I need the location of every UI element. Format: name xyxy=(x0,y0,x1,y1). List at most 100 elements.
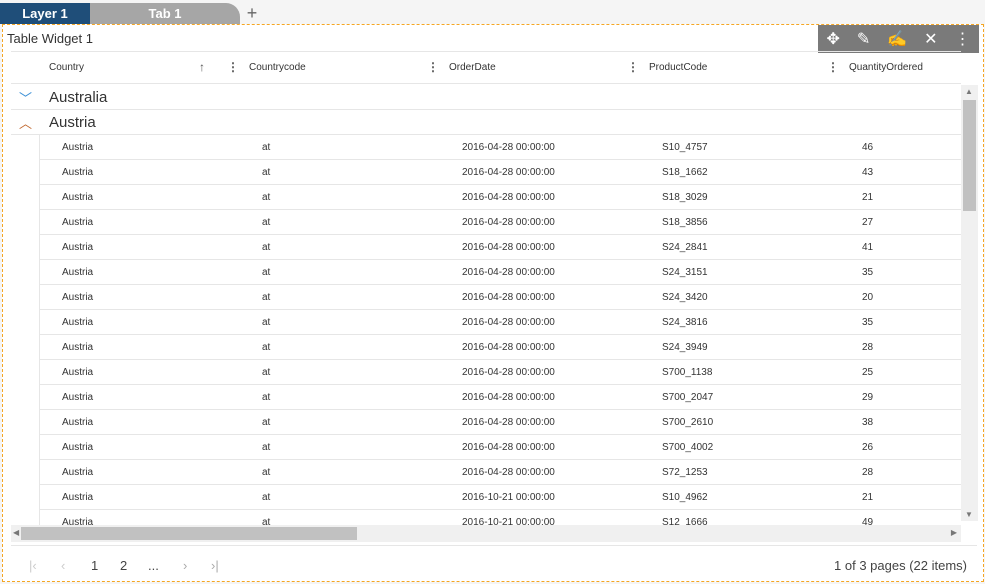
column-header-quantityordered[interactable]: QuantityOrdered xyxy=(849,62,923,73)
data-grid: Country ⋮ Countrycode ⋮ OrderDate ⋮ ProductCod… xyxy=(11,51,961,544)
tab-tab-1[interactable]: Tab 1 xyxy=(90,3,240,24)
column-menu-icon[interactable]: ⋮ xyxy=(827,60,839,74)
prev-page-button[interactable]: ‹ xyxy=(61,558,65,573)
first-page-button[interactable]: |‹ xyxy=(29,558,37,573)
cell-countrycode: at xyxy=(262,442,271,453)
add-tab-button[interactable]: + xyxy=(240,3,264,24)
settings-tools-icon[interactable]: ✕ xyxy=(924,29,937,49)
widget-title: Table Widget 1 xyxy=(7,31,93,46)
cell-countrycode: at xyxy=(262,367,271,378)
table-row[interactable]: Austria at 2016-04-28 00:00:00 S18_3856 27 xyxy=(39,210,961,235)
horizontal-scrollbar[interactable]: ◀ ▶ xyxy=(11,525,961,542)
design-icon[interactable]: ✎ xyxy=(857,29,870,49)
cell-productcode: S24_3151 xyxy=(662,267,708,278)
more-pages-button[interactable]: ... xyxy=(148,558,159,573)
group-row[interactable]: ﹀ Australia xyxy=(11,85,961,110)
cell-quantityordered: 35 xyxy=(862,267,874,278)
table-row[interactable]: Austria at 2016-04-28 00:00:00 S700_1138 25 xyxy=(39,360,961,385)
table-row[interactable]: Austria at 2016-04-28 00:00:00 S700_2047 29 xyxy=(39,385,961,410)
cell-orderdate: 2016-10-21 00:00:00 xyxy=(462,492,555,503)
table-row[interactable]: Austria at 2016-04-28 00:00:00 S24_3420 20 xyxy=(39,285,961,310)
table-row[interactable]: Austria at 2016-04-28 00:00:00 S18_1662 43 xyxy=(39,160,961,185)
cell-country: Austria xyxy=(62,417,94,428)
cell-quantityordered: 35 xyxy=(862,317,874,328)
cell-countrycode: at xyxy=(262,342,271,353)
group-label: Australia xyxy=(49,89,108,106)
cell-productcode: S700_2047 xyxy=(662,392,714,403)
table-row[interactable]: Austria at 2016-04-28 00:00:00 S24_2841 41 xyxy=(39,235,961,260)
cell-country: Austria xyxy=(62,492,94,503)
chevron-up-icon[interactable]: ︿ xyxy=(19,113,32,132)
scroll-down-icon[interactable]: ▼ xyxy=(965,510,973,519)
cell-quantityordered: 46 xyxy=(862,142,874,153)
scroll-up-icon[interactable]: ▲ xyxy=(965,87,973,96)
tab-layer-1[interactable]: Layer 1 xyxy=(0,3,90,24)
cell-orderdate: 2016-04-28 00:00:00 xyxy=(462,167,555,178)
cell-country: Austria xyxy=(62,217,94,228)
cell-quantityordered: 21 xyxy=(862,492,874,503)
table-row[interactable]: Austria at 2016-04-28 00:00:00 S700_2610 38 xyxy=(39,410,961,435)
page-2-button[interactable]: 2 xyxy=(120,558,127,573)
cell-quantityordered: 28 xyxy=(862,467,874,478)
column-header-countrycode[interactable]: Countrycode xyxy=(249,62,306,73)
cell-orderdate: 2016-04-28 00:00:00 xyxy=(462,367,555,378)
chevron-down-icon[interactable]: ﹀ xyxy=(19,88,32,107)
move-icon[interactable]: ✥ xyxy=(826,29,839,49)
cell-country: Austria xyxy=(62,392,94,403)
grid-header: Country ⋮ Countrycode ⋮ OrderDate ⋮ ProductCod… xyxy=(11,52,961,84)
scroll-right-icon[interactable]: ▶ xyxy=(951,528,957,537)
table-row[interactable]: Austria at 2016-04-28 00:00:00 S72_1253 28 xyxy=(39,460,961,485)
cell-productcode: S18_1662 xyxy=(662,167,708,178)
table-row[interactable]: Austria at 2016-04-28 00:00:00 S700_4002 26 xyxy=(39,435,961,460)
column-header-orderdate[interactable]: OrderDate xyxy=(449,62,496,73)
cell-countrycode: at xyxy=(262,292,271,303)
scroll-left-icon[interactable]: ◀ xyxy=(13,528,19,537)
table-row[interactable]: Austria at 2016-04-28 00:00:00 S18_3029 21 xyxy=(39,185,961,210)
column-header-productcode[interactable]: ProductCode xyxy=(649,62,707,73)
table-row[interactable]: Austria at 2016-04-28 00:00:00 S10_4757 46 xyxy=(39,135,961,160)
cell-country: Austria xyxy=(62,292,94,303)
next-page-button[interactable]: › xyxy=(183,558,187,573)
cell-countrycode: at xyxy=(262,192,271,203)
cell-quantityordered: 38 xyxy=(862,417,874,428)
cell-country: Austria xyxy=(62,267,94,278)
cell-orderdate: 2016-04-28 00:00:00 xyxy=(462,292,555,303)
column-menu-icon[interactable]: ⋮ xyxy=(227,60,239,74)
column-menu-icon[interactable]: ⋮ xyxy=(627,60,639,74)
cell-productcode: S24_2841 xyxy=(662,242,708,253)
cell-orderdate: 2016-04-28 00:00:00 xyxy=(462,192,555,203)
more-vertical-icon[interactable]: ⋮ xyxy=(955,29,971,49)
page-1-button[interactable]: 1 xyxy=(91,558,98,573)
horizontal-scroll-thumb[interactable] xyxy=(21,527,357,540)
last-page-button[interactable]: ›| xyxy=(211,558,219,573)
cell-orderdate: 2016-04-28 00:00:00 xyxy=(462,442,555,453)
vertical-scroll-thumb[interactable] xyxy=(963,100,976,211)
cell-quantityordered: 29 xyxy=(862,392,874,403)
cell-quantityordered: 28 xyxy=(862,342,874,353)
column-menu-icon[interactable]: ⋮ xyxy=(427,60,439,74)
table-row[interactable]: Austria at 2016-04-28 00:00:00 S24_3949 28 xyxy=(39,335,961,360)
cell-orderdate: 2016-04-28 00:00:00 xyxy=(462,242,555,253)
cell-countrycode: at xyxy=(262,267,271,278)
vertical-scrollbar[interactable]: ▲ ▼ xyxy=(961,85,978,521)
cell-orderdate: 2016-04-28 00:00:00 xyxy=(462,417,555,428)
cell-country: Austria xyxy=(62,467,94,478)
cell-country: Austria xyxy=(62,317,94,328)
table-row[interactable]: Austria at 2016-10-21 00:00:00 S10_4962 21 xyxy=(39,485,961,510)
sort-ascending-icon[interactable]: ↑ xyxy=(199,60,205,74)
cell-country: Austria xyxy=(62,142,94,153)
cell-country: Austria xyxy=(62,342,94,353)
table-row[interactable]: Austria at 2016-04-28 00:00:00 S24_3151 35 xyxy=(39,260,961,285)
cell-productcode: S24_3420 xyxy=(662,292,708,303)
cell-orderdate: 2016-04-28 00:00:00 xyxy=(462,217,555,228)
cell-orderdate: 2016-04-28 00:00:00 xyxy=(462,142,555,153)
column-header-country[interactable]: Country xyxy=(49,62,84,73)
table-row[interactable]: Austria at 2016-04-28 00:00:00 S24_3816 35 xyxy=(39,310,961,335)
tab-bar: Layer 1 Tab 1 + xyxy=(0,3,264,24)
cell-countrycode: at xyxy=(262,142,271,153)
group-row[interactable]: ︿ Austria xyxy=(11,110,961,135)
cell-productcode: S72_1253 xyxy=(662,467,708,478)
cell-productcode: S10_4757 xyxy=(662,142,708,153)
edit-icon[interactable]: ✍ xyxy=(887,29,907,49)
cell-quantityordered: 26 xyxy=(862,442,874,453)
